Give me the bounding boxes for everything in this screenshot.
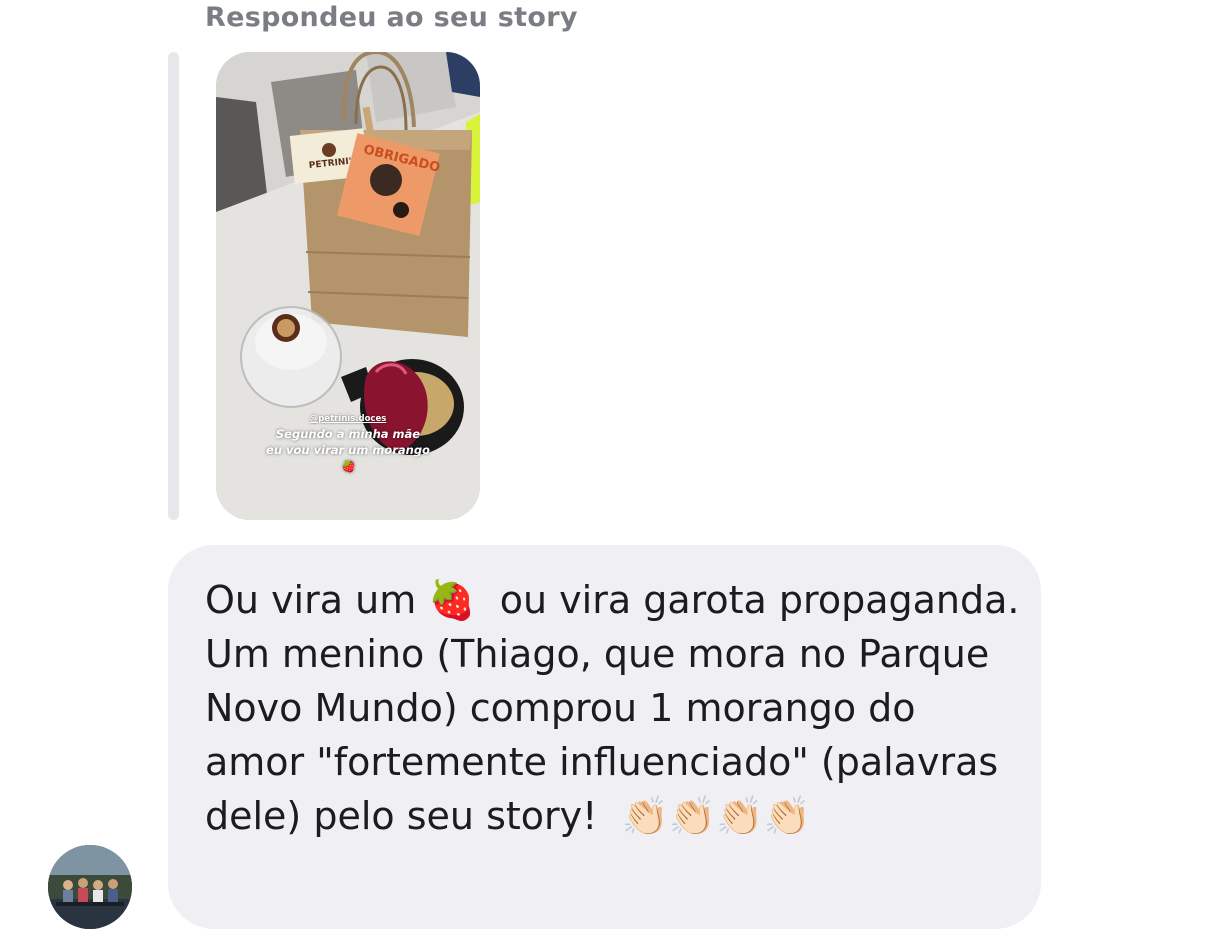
message-bubble[interactable]: Ou vira um 🍓 ou vira garota propaganda. … [168, 545, 1041, 929]
story-thumbnail[interactable]: PETRINI'S OBRIGADO @petrinis.doces Segun… [216, 52, 480, 520]
message-text: Ou vira um 🍓 ou vira garota propaganda. … [205, 578, 1032, 838]
group-photo-avatar-icon [48, 845, 132, 929]
story-caption: Segundo a minha mãe eu vou virar um mora… [266, 427, 430, 473]
reply-quote-bar [168, 52, 179, 520]
sender-avatar[interactable] [48, 845, 132, 929]
story-mention: @petrinis.doces [309, 414, 387, 424]
story-reply-header: Respondeu ao seu story [205, 2, 578, 33]
